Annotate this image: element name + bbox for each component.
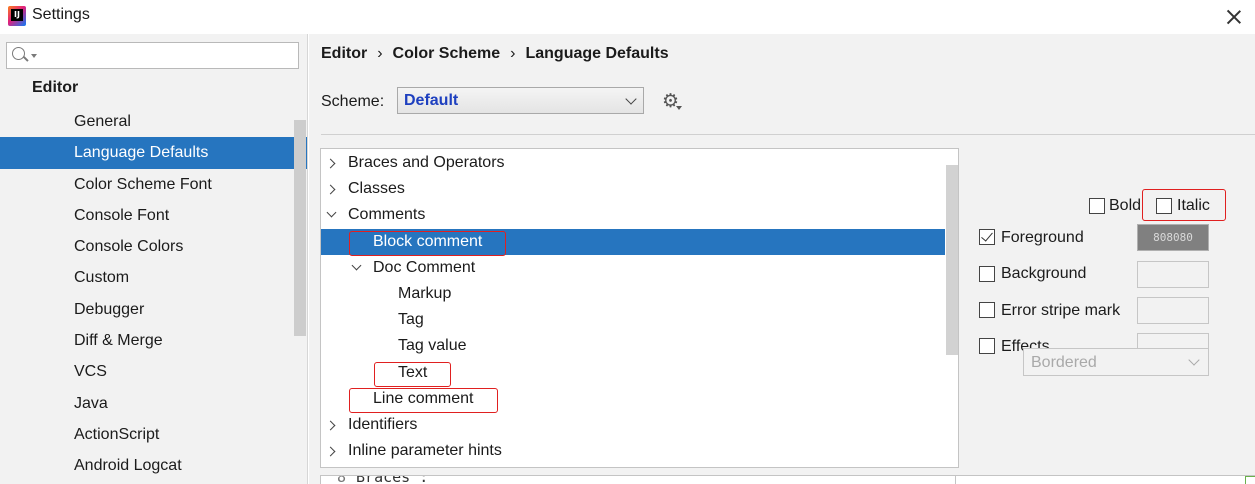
chevron-right-icon[interactable] (325, 158, 336, 169)
error-stripe-color-swatch[interactable] (1137, 297, 1209, 324)
error-stripe-label: Error stripe mark (1001, 302, 1121, 319)
sidebar-item-debugger[interactable]: Debugger (0, 294, 307, 325)
tree-row-classes[interactable]: Classes (321, 176, 945, 202)
tree-row-line-comment[interactable]: Line comment (321, 386, 945, 412)
tree-row-inline-parameter-hints[interactable]: Inline parameter hints (321, 438, 945, 464)
sidebar-item-java[interactable]: Java (0, 388, 307, 419)
tree-row-comments[interactable]: Comments (321, 202, 945, 228)
breadcrumb: Editor › Color Scheme › Language Defaults (321, 45, 669, 63)
tree-row-tag[interactable]: Tag (321, 307, 945, 333)
gear-icon[interactable]: ⚙ (662, 92, 682, 112)
preview-divider (955, 476, 956, 484)
tree-row-label: Tag value (398, 337, 467, 355)
foreground-label: Foreground (1001, 229, 1084, 246)
tree-row-label: Line comment (373, 389, 474, 407)
background-label: Background (1001, 265, 1087, 282)
scheme-dropdown[interactable]: Default (397, 87, 644, 114)
sidebar-item-console-colors[interactable]: Console Colors (0, 231, 307, 262)
intellij-app-icon: IJ (8, 6, 26, 26)
tree-row-label: Block comment (373, 232, 483, 250)
italic-label: Italic (1177, 197, 1210, 214)
sidebar-list: General Language Defaults Color Scheme Fon… (0, 106, 307, 482)
breadcrumb-language-defaults: Language Defaults (525, 45, 669, 62)
sidebar-item-color-scheme-font[interactable]: Color Scheme Font (0, 169, 307, 200)
tree-row-label: Doc Comment (373, 258, 476, 276)
effects-checkbox[interactable] (979, 338, 995, 354)
sidebar-item-general[interactable]: General (0, 106, 307, 137)
preview-line-number: 8 (337, 475, 347, 484)
tree-row-label: Braces and Operators (348, 154, 505, 171)
sidebar-scrollbar[interactable] (294, 120, 306, 336)
tree-row-text[interactable]: Text (321, 360, 945, 386)
tree-row-tag-value[interactable]: Tag value (321, 333, 945, 359)
foreground-checkbox[interactable] (979, 229, 995, 245)
italic-checkbox[interactable] (1156, 198, 1172, 214)
sidebar-item-android-logcat[interactable]: Android Logcat (0, 450, 307, 481)
foreground-color-swatch[interactable]: 808080 (1137, 224, 1209, 251)
search-icon (12, 47, 25, 60)
attribute-options: Bold Italic Foreground 808080 Background… (969, 148, 1255, 468)
search-field[interactable] (6, 42, 299, 69)
scheme-value: Default (404, 92, 459, 109)
window-title: Settings (32, 6, 90, 23)
breadcrumb-editor: Editor (321, 45, 368, 62)
preview-status-indicator (1245, 476, 1255, 484)
breadcrumb-separator: › (377, 45, 383, 62)
search-input[interactable] (41, 45, 291, 66)
search-dropdown-caret-icon[interactable] (31, 54, 37, 58)
attributes-tree: Braces and Operators Classes Comments Block… (320, 148, 959, 468)
effects-style-value: Bordered (1031, 354, 1097, 371)
chevron-down-icon[interactable] (351, 260, 362, 271)
title-bar: IJ Settings (0, 0, 1255, 34)
background-color-swatch[interactable] (1137, 261, 1209, 288)
chevron-right-icon[interactable] (325, 184, 336, 195)
sidebar-item-custom[interactable]: Custom (0, 262, 307, 293)
scheme-label: Scheme: (321, 93, 385, 110)
chevron-down-icon (625, 93, 637, 105)
tree-row-label: Classes (348, 180, 405, 198)
chevron-down-icon (1188, 354, 1200, 366)
preview-text: Braces : (356, 475, 429, 484)
sidebar-item-diff-merge[interactable]: Diff & Merge (0, 325, 307, 356)
settings-sidebar: Editor General Language Defaults Color Sch… (0, 34, 308, 484)
tree-row-label: Tag (398, 311, 424, 329)
preview-editor[interactable]: 8 Braces : (320, 475, 1255, 484)
breadcrumb-separator: › (510, 45, 516, 62)
sidebar-item-vcs[interactable]: VCS (0, 356, 307, 387)
close-icon[interactable] (1221, 4, 1247, 30)
effects-style-dropdown[interactable]: Bordered (1023, 348, 1209, 376)
tree-scrollbar[interactable] (946, 165, 958, 355)
tree-row-label: Inline parameter hints (348, 442, 502, 460)
sidebar-item-language-defaults[interactable]: Language Defaults (0, 137, 307, 169)
tree-row-label: Markup (398, 285, 452, 302)
sidebar-item-actionscript[interactable]: ActionScript (0, 419, 307, 450)
tree-row-doc-comment[interactable]: Doc Comment (321, 255, 945, 281)
breadcrumb-color-scheme: Color Scheme (392, 45, 501, 62)
chevron-right-icon[interactable] (325, 446, 336, 457)
background-checkbox[interactable] (979, 266, 995, 282)
tree-row-markup[interactable]: Markup (321, 281, 945, 307)
tree-row-block-comment[interactable]: Block comment (321, 228, 945, 255)
tree-row-label: Text (398, 363, 428, 381)
main-panel: Editor › Color Scheme › Language Defaults Sc… (309, 34, 1255, 484)
tree-row-label: Identifiers (348, 416, 418, 433)
bold-label: Bold (1109, 197, 1142, 214)
tree-row-label: Comments (348, 206, 426, 224)
sidebar-item-console-font[interactable]: Console Font (0, 200, 307, 231)
divider (321, 134, 1255, 135)
chevron-down-icon[interactable] (326, 207, 337, 218)
bold-checkbox[interactable] (1089, 198, 1105, 214)
tree-row-braces-and-operators[interactable]: Braces and Operators (321, 150, 945, 176)
sidebar-section-editor[interactable]: Editor (32, 79, 78, 97)
error-stripe-checkbox[interactable] (979, 302, 995, 318)
tree-row-identifiers[interactable]: Identifiers (321, 412, 945, 438)
chevron-right-icon[interactable] (325, 420, 336, 431)
